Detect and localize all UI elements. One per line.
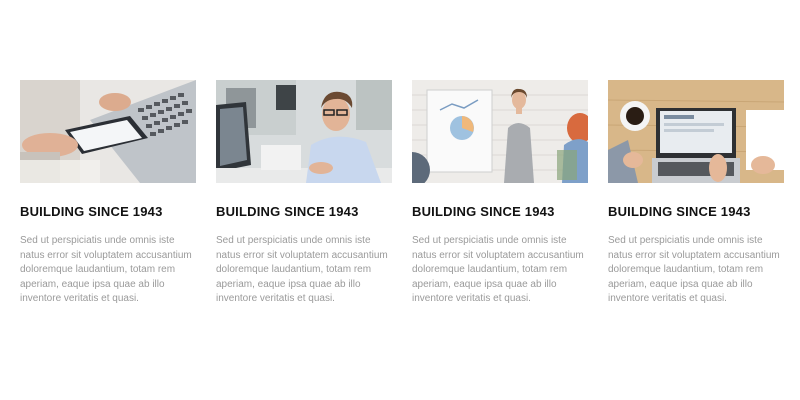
feature-title: BUILDING SINCE 1943 (20, 204, 163, 219)
feature-title: BUILDING SINCE 1943 (216, 204, 359, 219)
feature-image-presentation (412, 80, 588, 183)
feature-title: BUILDING SINCE 1943 (608, 204, 751, 219)
feature-title: BUILDING SINCE 1943 (412, 204, 555, 219)
feature-description: Sed ut perspiciatis unde omnis iste natu… (412, 235, 584, 305)
feature-description: Sed ut perspiciatis unde omnis iste natu… (216, 235, 388, 305)
feature-card: BUILDING SINCE 1943 Sed ut perspiciatis … (412, 80, 588, 307)
feature-description: Sed ut perspiciatis unde omnis iste natu… (608, 235, 780, 305)
feature-card: BUILDING SINCE 1943 Sed ut perspiciatis … (608, 80, 784, 307)
feature-image-man-office (216, 80, 392, 183)
feature-image-tablet-laptop (20, 80, 196, 183)
feature-description: Sed ut perspiciatis unde omnis iste natu… (20, 235, 192, 305)
feature-card: BUILDING SINCE 1943 Sed ut perspiciatis … (20, 80, 196, 307)
feature-image-desk-topdown (608, 80, 784, 183)
feature-grid: BUILDING SINCE 1943 Sed ut perspiciatis … (20, 80, 784, 307)
feature-card: BUILDING SINCE 1943 Sed ut perspiciatis … (216, 80, 392, 307)
